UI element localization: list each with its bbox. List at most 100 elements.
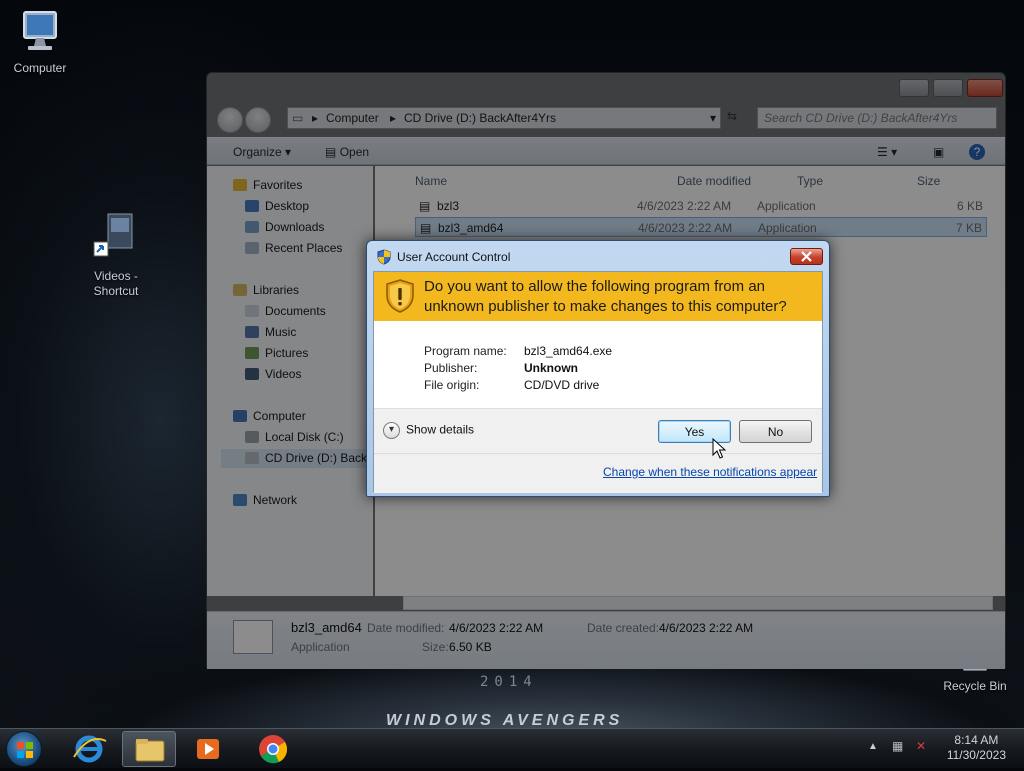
file-origin-label: File origin:	[424, 378, 480, 392]
minimize-button[interactable]	[899, 79, 929, 97]
windows-logo-icon	[17, 742, 33, 758]
help-icon[interactable]: ?	[969, 144, 985, 160]
program-name-label: Program name:	[424, 344, 507, 358]
close-icon	[801, 251, 812, 262]
divider	[374, 453, 822, 454]
network-status-icon[interactable]: ▦	[892, 739, 903, 753]
address-bar[interactable]: ▭ ▸ Computer ▸ CD Drive (D:) BackAfter4Y…	[287, 107, 721, 129]
uac-dialog: User Account Control Do you want to allo…	[366, 240, 830, 497]
search-input[interactable]: Search CD Drive (D:) BackAfter4Yrs	[757, 107, 997, 129]
internet-explorer-icon	[73, 735, 107, 763]
nav-cd-drive[interactable]: CD Drive (D:) BackA	[221, 449, 373, 468]
nav-libraries[interactable]: Libraries	[233, 281, 299, 300]
uac-button-area: ▾ Show details Yes No Change when these n…	[374, 408, 822, 493]
nav-computer[interactable]: Computer	[233, 407, 306, 426]
details-pane: bzl3_amd64 Date modified: 4/6/2023 2:22 …	[207, 611, 1005, 669]
file-size: 7 KB	[955, 221, 982, 235]
show-details-toggle[interactable]: ▾ Show details	[383, 422, 474, 439]
desktop-icon-videos-shortcut[interactable]: Videos - Shortcut	[76, 212, 156, 299]
documents-icon	[245, 305, 259, 317]
nav-label: Videos	[265, 367, 302, 381]
organize-button[interactable]: Organize ▾	[233, 145, 291, 159]
preview-pane-button[interactable]: ▣	[933, 145, 944, 159]
close-button[interactable]	[967, 79, 1003, 97]
clock[interactable]: 8:14 AM 11/30/2023	[947, 733, 1006, 763]
file-date: 4/6/2023 2:22 AM	[638, 221, 733, 235]
breadcrumb-cd-drive[interactable]: CD Drive (D:) BackAfter4Yrs	[404, 111, 556, 125]
close-button[interactable]	[790, 248, 823, 265]
file-row-selected[interactable]: ▤ bzl3_amd64 4/6/2023 2:22 AM Applicatio…	[415, 217, 987, 237]
desktop-icon-label: Recycle Bin	[943, 679, 1007, 693]
file-size: 6 KB	[956, 199, 983, 213]
wallpaper-brand: WINDOWS AVENGERS	[386, 712, 624, 728]
volume-muted-icon[interactable]: ✕	[916, 739, 926, 753]
publisher-label: Publisher:	[424, 361, 478, 375]
column-header-size[interactable]: Size	[917, 174, 940, 188]
file-row[interactable]: ▤ bzl3 4/6/2023 2:22 AM Application 6 KB	[415, 196, 987, 216]
nav-network[interactable]: Network	[233, 491, 297, 510]
desktop-icon-label: Videos - Shortcut	[93, 269, 139, 298]
navigation-pane: Favorites Desktop Downloads Recent Place…	[207, 166, 373, 596]
explorer-navbar: ▭ ▸ Computer ▸ CD Drive (D:) BackAfter4Y…	[207, 103, 1005, 133]
open-button[interactable]: ▤ Open	[325, 145, 369, 159]
column-header-type[interactable]: Type	[797, 174, 823, 188]
show-details-label: Show details	[406, 422, 475, 437]
file-type: Application	[758, 221, 817, 235]
nav-label: Libraries	[253, 283, 300, 297]
column-header-date-modified[interactable]: Date modified	[677, 174, 751, 188]
nav-music[interactable]: Music	[245, 323, 296, 342]
nav-desktop[interactable]: Desktop	[245, 197, 309, 216]
breadcrumb-separator-icon: ▸	[390, 111, 397, 125]
change-notifications-link[interactable]: Change when these notifications appear	[603, 465, 817, 479]
column-header-name[interactable]: Name	[415, 174, 447, 188]
media-player-icon	[197, 739, 219, 759]
no-button[interactable]: No	[739, 420, 812, 443]
libraries-icon	[233, 284, 247, 296]
chevron-down-icon[interactable]: ▾	[710, 111, 716, 125]
application-icon: ▤	[420, 221, 432, 235]
nav-label: Desktop	[265, 199, 310, 213]
breadcrumb-computer[interactable]: Computer	[326, 111, 379, 125]
nav-videos[interactable]: Videos	[245, 365, 301, 384]
video-shortcut-icon	[93, 213, 133, 257]
clock-date: 11/30/2023	[946, 748, 1006, 762]
taskbar-windows-explorer[interactable]	[122, 731, 176, 767]
details-date-created-label: Date created:	[587, 621, 660, 635]
nav-pictures[interactable]: Pictures	[245, 344, 308, 363]
details-file-name: bzl3_amd64	[291, 620, 362, 635]
program-name-value: bzl3_amd64.exe	[524, 344, 613, 358]
recent-places-icon	[245, 242, 259, 254]
uac-title: User Account Control	[397, 250, 511, 264]
start-button[interactable]	[6, 731, 42, 767]
nav-local-disk[interactable]: Local Disk (C:)	[245, 428, 344, 447]
uac-titlebar[interactable]: User Account Control	[367, 241, 829, 271]
nav-recent-places[interactable]: Recent Places	[245, 239, 342, 258]
nav-documents[interactable]: Documents	[245, 302, 326, 321]
explorer-titlebar[interactable]	[207, 73, 1005, 101]
forward-button[interactable]	[245, 107, 271, 133]
refresh-button[interactable]: ⇆	[727, 109, 737, 123]
file-type: Application	[757, 199, 816, 213]
nav-label: Favorites	[253, 178, 303, 192]
views-button[interactable]: ☰ ▾	[877, 145, 897, 159]
downloads-icon	[245, 221, 259, 233]
clock-time: 8:14 AM	[954, 733, 999, 747]
publisher-value: Unknown	[524, 361, 578, 375]
nav-label: Documents	[265, 304, 326, 318]
mouse-cursor-icon	[712, 438, 726, 459]
computer-icon	[233, 410, 247, 422]
taskbar-chrome[interactable]	[246, 731, 300, 767]
taskbar-media-player[interactable]	[182, 731, 236, 767]
maximize-button[interactable]	[933, 79, 963, 97]
taskbar-internet-explorer[interactable]	[62, 731, 116, 767]
show-hidden-icons-button[interactable]: ▲	[868, 741, 878, 752]
horizontal-scrollbar[interactable]	[403, 596, 993, 610]
desktop-icon	[245, 200, 259, 212]
nav-favorites[interactable]: Favorites	[233, 176, 302, 195]
file-large-icon	[233, 620, 273, 654]
back-button[interactable]	[217, 107, 243, 133]
desktop-icon-computer[interactable]: Computer	[0, 8, 80, 76]
chevron-down-icon: ▾	[383, 422, 400, 439]
nav-downloads[interactable]: Downloads	[245, 218, 324, 237]
organize-label: Organize	[233, 145, 282, 159]
